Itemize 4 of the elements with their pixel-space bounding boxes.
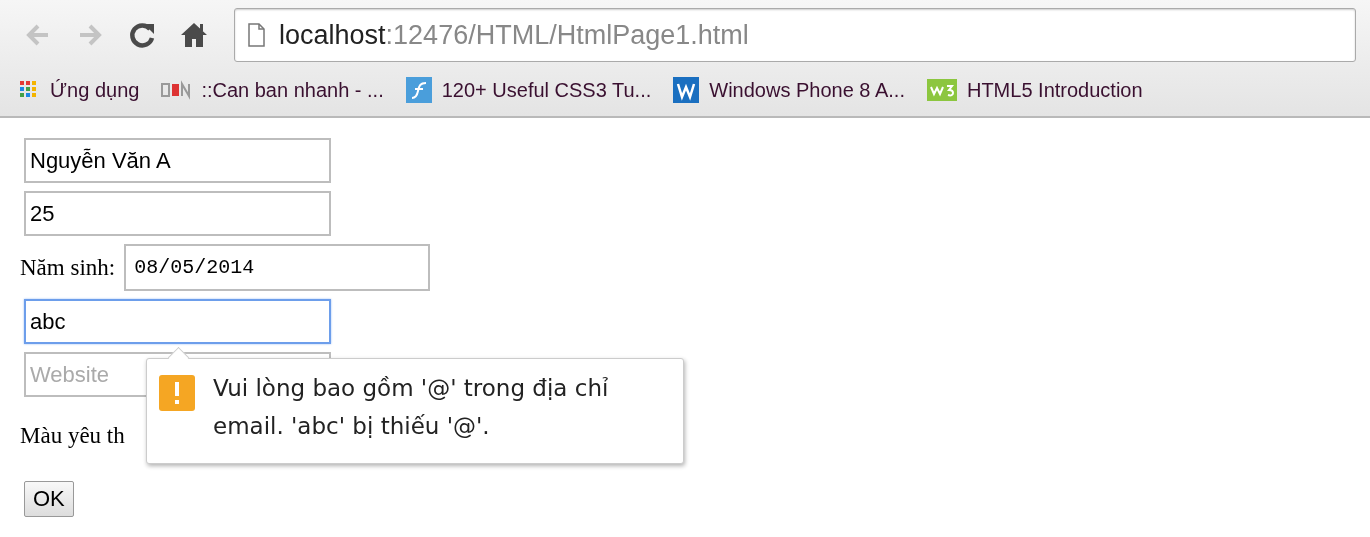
field-label: Năm sinh: [20, 254, 116, 281]
url-text: localhost:12476/HTML/HtmlPage1.html [279, 19, 749, 51]
field-label: Màu yêu th [20, 423, 125, 449]
tooltip-message: Vui lòng bao gồm '@' trong địa chỉ email. 'abc' bị thiếu '@'. [213, 374, 610, 441]
